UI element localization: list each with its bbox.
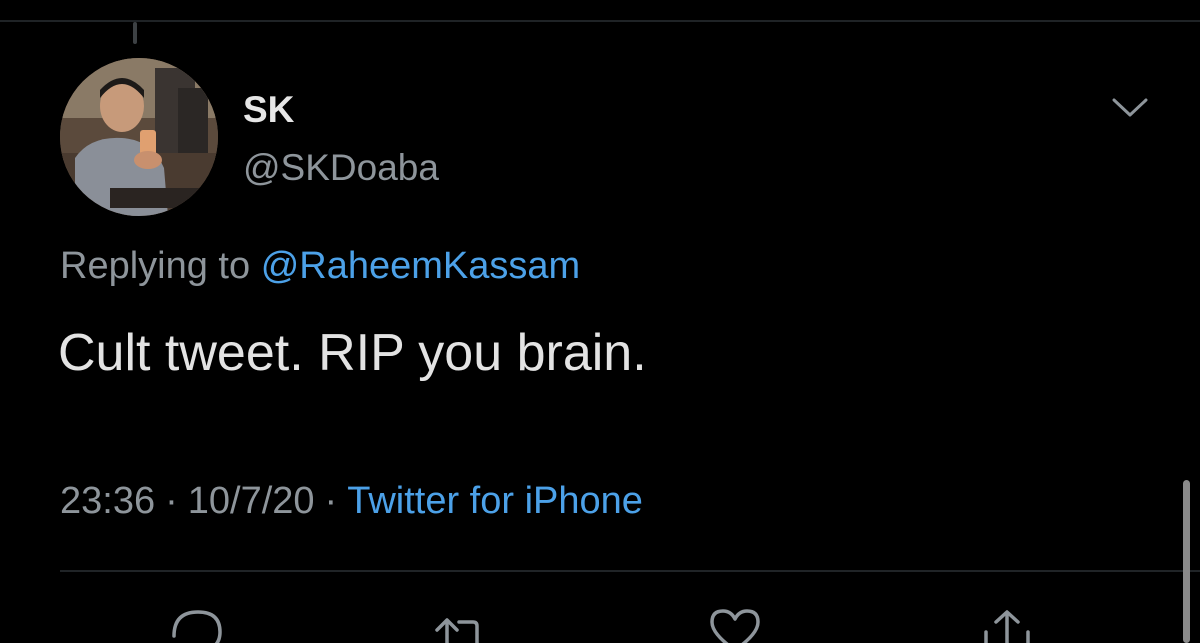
meta-separator: · [324, 480, 338, 522]
author-display-name[interactable]: SK [243, 88, 294, 132]
like-icon [710, 609, 760, 643]
replying-to-prefix: Replying to [60, 245, 251, 287]
author-handle[interactable]: @SKDoaba [243, 146, 439, 190]
thread-connector-line [133, 22, 137, 44]
retweet-button[interactable] [425, 600, 495, 643]
tweet-source-link[interactable]: Twitter for iPhone [347, 480, 643, 522]
more-options-button[interactable] [1104, 88, 1156, 128]
reply-icon [172, 610, 222, 643]
like-button[interactable] [700, 600, 770, 643]
tweet-date: 10/7/20 [187, 480, 315, 522]
scrollbar[interactable] [1183, 480, 1190, 643]
avatar-photo [60, 58, 218, 216]
tweet-time: 23:36 [60, 480, 156, 522]
share-button[interactable] [972, 600, 1042, 643]
meta-separator: · [165, 480, 178, 522]
top-divider [0, 20, 1200, 22]
avatar[interactable] [60, 58, 218, 216]
share-icon [984, 610, 1030, 643]
chevron-down-icon [1112, 98, 1148, 117]
meta-divider [60, 570, 1200, 572]
tweet-text: Cult tweet. RIP you brain. [58, 324, 647, 382]
tweet-meta: 23:36 · 10/7/20 · Twitter for iPhone [60, 476, 643, 526]
retweet-icon [435, 618, 479, 643]
reply-button[interactable] [160, 600, 230, 643]
tweet-detail-screen: SK @SKDoaba Replying to @RaheemKassam Cu… [0, 0, 1200, 643]
reply-mention-link[interactable]: @RaheemKassam [261, 245, 580, 287]
replying-to-line: Replying to @RaheemKassam [60, 242, 580, 290]
